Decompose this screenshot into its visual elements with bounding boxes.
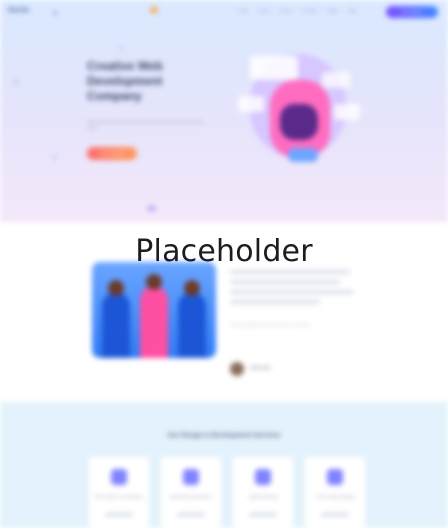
service-card[interactable]: Digital Marketing [233, 457, 293, 528]
hero-get-started-button[interactable]: Get Started [87, 147, 137, 160]
avatar [230, 362, 244, 376]
text-line [230, 270, 350, 274]
service-card[interactable]: Web Design & Development [89, 457, 149, 528]
decor-dot-icon [14, 80, 18, 84]
service-card-label: Web Design & Development [95, 495, 143, 499]
person-figure [178, 292, 206, 358]
text-line [230, 280, 340, 284]
about-text-block [230, 270, 356, 310]
decor-dot-icon [120, 46, 124, 50]
nav-item-blog[interactable]: Blog [349, 8, 357, 13]
service-card[interactable]: Mobile App Development [161, 457, 221, 528]
hero-title: Creative Web Development Company [87, 59, 163, 103]
card-underline [249, 513, 277, 516]
hero-section: Dacita Home About Service Portfolio Page… [0, 0, 448, 222]
nav-get-started-button[interactable]: Get Started [386, 6, 438, 18]
team-photo [92, 262, 216, 358]
top-navbar: Dacita Home About Service Portfolio Page… [0, 0, 448, 24]
person-head [146, 274, 162, 290]
illustration-figure [280, 104, 318, 140]
site-logo[interactable]: Dacita [8, 7, 29, 14]
nav-item-portfolio[interactable]: Portfolio [302, 8, 317, 13]
illustration-shape [288, 148, 318, 162]
nav-item-home[interactable]: Home [238, 8, 249, 13]
nav-item-service[interactable]: Service [279, 8, 292, 13]
person-head [184, 280, 200, 296]
about-caption: Working together with our clients for su… [230, 322, 311, 327]
author-name: John Doe [250, 365, 271, 370]
design-icon [327, 469, 343, 485]
text-line [230, 290, 354, 294]
nav-item-pages[interactable]: Pages [327, 8, 338, 13]
person-head [108, 280, 124, 296]
card-underline [177, 513, 205, 516]
services-section: Our Design & Development Services Web De… [0, 402, 448, 528]
service-card[interactable]: UI/UX Design Strategy [305, 457, 365, 528]
illustration-card [334, 104, 360, 120]
illustration-card [238, 96, 264, 112]
mobile-icon [183, 469, 199, 485]
nav-menu: Home About Service Portfolio Pages Blog [238, 8, 357, 13]
service-card-label: Digital Marketing [248, 495, 278, 499]
sun-icon [150, 6, 158, 14]
nav-item-about[interactable]: About [259, 8, 269, 13]
menu-dot-icon [53, 11, 57, 15]
hero-illustration [238, 42, 362, 172]
megaphone-icon [255, 469, 271, 485]
code-icon [111, 469, 127, 485]
service-card-label: Mobile App Development [169, 495, 213, 499]
service-cards: Web Design & Development Mobile App Deve… [89, 457, 365, 528]
placeholder-overlay: Placeholder [135, 234, 313, 269]
text-line [230, 300, 320, 304]
decor-dot-icon [52, 155, 57, 160]
person-figure [102, 292, 130, 358]
card-underline [105, 513, 133, 516]
service-card-label: UI/UX Design Strategy [315, 495, 355, 499]
decor-pill-icon [147, 206, 156, 211]
services-title: Our Design & Development Services [167, 432, 281, 439]
person-figure [140, 286, 168, 358]
hero-subtitle: We build modern websites and apps that h… [87, 119, 204, 130]
illustration-card [250, 56, 298, 80]
illustration-card [322, 72, 350, 88]
card-underline [321, 513, 349, 516]
